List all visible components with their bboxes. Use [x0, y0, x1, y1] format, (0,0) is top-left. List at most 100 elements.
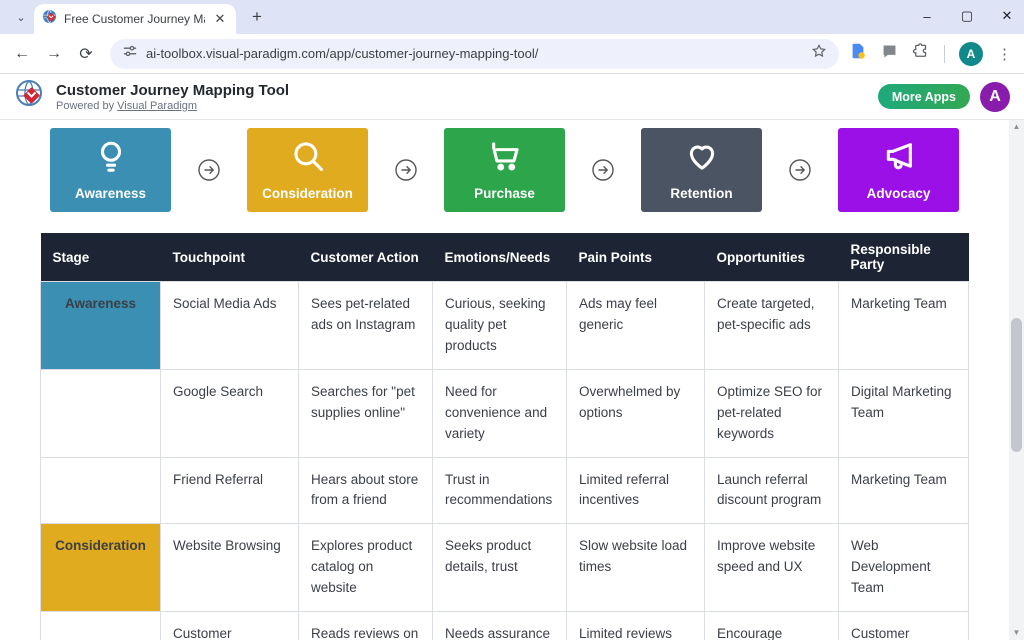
- tab-search-icon[interactable]: ⌄: [8, 4, 34, 30]
- table-cell: Website Browsing: [161, 524, 299, 612]
- table-cell: Limited referral incentives: [567, 457, 705, 524]
- visual-paradigm-link[interactable]: Visual Paradigm: [117, 100, 197, 112]
- table-row: Google SearchSearches for "pet supplies …: [41, 369, 969, 457]
- reload-button[interactable]: ⟳: [72, 40, 100, 68]
- table-header-row: StageTouchpointCustomer ActionEmotions/N…: [41, 233, 969, 282]
- stage-label: Awareness: [75, 186, 146, 201]
- table-cell: Searches for "pet supplies online": [299, 369, 433, 457]
- maximize-button[interactable]: ▢: [958, 8, 976, 24]
- user-avatar[interactable]: A: [980, 82, 1010, 112]
- arrow-right-icon: [565, 158, 641, 182]
- table-cell: Explores product catalog on website: [299, 524, 433, 612]
- stage-label: Advocacy: [867, 186, 931, 201]
- app-header: Customer Journey Mapping Tool Powered by…: [0, 74, 1024, 120]
- visual-paradigm-logo: [14, 78, 46, 115]
- stage-flow: Awareness Consideration Purchase Retention A…: [0, 120, 1024, 212]
- table-cell: Sees pet-related ads on Instagram: [299, 282, 433, 370]
- powered-by: Powered by Visual Paradigm: [56, 100, 289, 112]
- column-header: Responsible Party: [839, 233, 969, 282]
- table-cell: Marketing Team: [839, 282, 969, 370]
- page-title: Customer Journey Mapping Tool: [56, 82, 289, 99]
- table-row: Friend ReferralHears about store from a …: [41, 457, 969, 524]
- column-header: Touchpoint: [161, 233, 299, 282]
- table-cell: Seeks product details, trust: [433, 524, 567, 612]
- more-apps-button[interactable]: More Apps: [878, 84, 970, 109]
- scrollbar-thumb[interactable]: [1011, 318, 1022, 452]
- toolbar-divider: [944, 45, 945, 63]
- column-header: Stage: [41, 233, 161, 282]
- scroll-down-icon[interactable]: ▼: [1009, 626, 1024, 640]
- vertical-scrollbar[interactable]: ▲ ▼: [1009, 120, 1024, 640]
- stage-cell: Consideration: [41, 524, 161, 612]
- stage-label: Purchase: [474, 186, 535, 201]
- tab-title: Free Customer Journey Mapping: [64, 12, 205, 26]
- forward-button[interactable]: →: [40, 40, 68, 68]
- stage-cell: [41, 369, 161, 457]
- url-text[interactable]: ai-toolbox.visual-paradigm.com/app/custo…: [146, 46, 803, 61]
- column-header: Emotions/Needs: [433, 233, 567, 282]
- table-cell: Customer Reviews: [161, 612, 299, 640]
- new-tab-button[interactable]: +: [244, 4, 270, 30]
- browser-menu-icon[interactable]: ⋮: [997, 45, 1012, 63]
- stage-label: Retention: [670, 186, 732, 201]
- table-cell: Web Development Team: [839, 524, 969, 612]
- table-cell: Marketing Team: [839, 457, 969, 524]
- table-cell: Digital Marketing Team: [839, 369, 969, 457]
- stage-cell: [41, 457, 161, 524]
- chrome-profile-avatar[interactable]: A: [959, 42, 983, 66]
- table-cell: Curious, seeking quality pet products: [433, 282, 567, 370]
- table-cell: Optimize SEO for pet-related keywords: [705, 369, 839, 457]
- table-row: AwarenessSocial Media AdsSees pet-relate…: [41, 282, 969, 370]
- chat-bubble-icon[interactable]: [881, 43, 898, 65]
- bookmark-star-icon[interactable]: [811, 43, 827, 64]
- stage-label: Consideration: [262, 186, 353, 201]
- stage-card-purchase[interactable]: Purchase: [444, 128, 565, 212]
- site-settings-icon[interactable]: [122, 43, 138, 64]
- address-bar[interactable]: ai-toolbox.visual-paradigm.com/app/custo…: [110, 39, 839, 69]
- stage-card-retention[interactable]: Retention: [641, 128, 762, 212]
- column-header: Opportunities: [705, 233, 839, 282]
- minimize-button[interactable]: –: [918, 9, 936, 24]
- close-button[interactable]: ✕: [998, 8, 1016, 24]
- main-content: Awareness Consideration Purchase Retention A…: [0, 120, 1024, 640]
- table-cell: Launch referral discount program: [705, 457, 839, 524]
- heart-icon: [685, 139, 719, 178]
- table-cell: Hears about store from a friend: [299, 457, 433, 524]
- extensions-puzzle-icon[interactable]: [912, 42, 930, 65]
- table-row: Customer ReviewsReads reviews on website…: [41, 612, 969, 640]
- table-cell: Reads reviews on website or third-party …: [299, 612, 433, 640]
- table-cell: Customer Service Team: [839, 612, 969, 640]
- table-row: ConsiderationWebsite BrowsingExplores pr…: [41, 524, 969, 612]
- table-cell: Slow website load times: [567, 524, 705, 612]
- table-cell: Social Media Ads: [161, 282, 299, 370]
- stage-card-advocacy[interactable]: Advocacy: [838, 128, 959, 212]
- magnifier-icon: [291, 139, 325, 178]
- arrow-right-icon: [762, 158, 838, 182]
- scroll-up-icon[interactable]: ▲: [1009, 120, 1024, 134]
- stage-card-awareness[interactable]: Awareness: [50, 128, 171, 212]
- journey-table: StageTouchpointCustomer ActionEmotions/N…: [40, 233, 969, 640]
- table-cell: Needs assurance of quality: [433, 612, 567, 640]
- extension-doc-icon[interactable]: [849, 42, 867, 65]
- cart-icon: [488, 139, 522, 178]
- table-cell: Limited reviews available: [567, 612, 705, 640]
- browser-toolbar: ← → ⟳ ai-toolbox.visual-paradigm.com/app…: [0, 34, 1024, 74]
- table-cell: Create targeted, pet-specific ads: [705, 282, 839, 370]
- table-cell: Friend Referral: [161, 457, 299, 524]
- tab-close-icon[interactable]: ✕: [212, 11, 228, 27]
- table-cell: Encourage reviews via post-purchase emai…: [705, 612, 839, 640]
- table-cell: Improve website speed and UX: [705, 524, 839, 612]
- column-header: Customer Action: [299, 233, 433, 282]
- back-button[interactable]: ←: [8, 40, 36, 68]
- stage-card-consideration[interactable]: Consideration: [247, 128, 368, 212]
- lightbulb-icon: [94, 139, 128, 178]
- table-cell: Google Search: [161, 369, 299, 457]
- stage-cell: Awareness: [41, 282, 161, 370]
- table-cell: Trust in recommendations: [433, 457, 567, 524]
- arrow-right-icon: [368, 158, 444, 182]
- table-cell: Overwhelmed by options: [567, 369, 705, 457]
- browser-tab[interactable]: Free Customer Journey Mapping ✕: [34, 4, 236, 34]
- megaphone-icon: [882, 139, 916, 178]
- arrow-right-icon: [171, 158, 247, 182]
- table-cell: Ads may feel generic: [567, 282, 705, 370]
